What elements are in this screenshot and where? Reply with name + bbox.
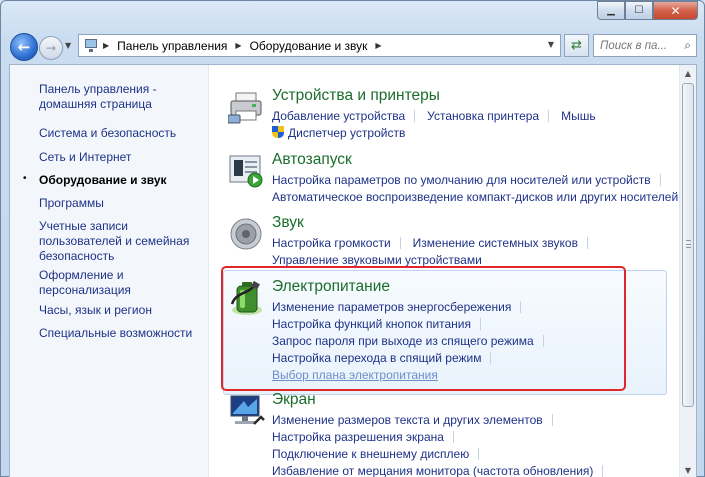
link-power-settings[interactable]: Изменение параметров энергосбережения [272,300,511,314]
scrollbar-thumb[interactable] [682,83,694,407]
speaker-icon [230,218,262,250]
sidebar-item-hardware-sound: Оборудование и звук [39,173,167,187]
link-separator [399,236,401,249]
recent-pages-dropdown[interactable]: ▼ [65,41,71,50]
minimize-icon: ▁ [607,5,615,16]
link-separator [478,447,480,460]
link-volume[interactable]: Настройка громкости [272,236,391,250]
navigation-bar: ← → ▼ ▶ Панель управления ▶ Оборудование… [1,29,704,65]
control-panel-icon [83,38,99,53]
link-external-display[interactable]: Подключение к внешнему дисплею [272,447,469,461]
link-separator [452,430,454,443]
uac-shield-icon [272,126,284,139]
link-separator [551,413,553,426]
category-title[interactable]: Автозапуск [272,151,352,169]
link-resolution[interactable]: Настройка разрешения экрана [272,430,444,444]
sidebar-item-appearance[interactable]: Оформление и персонализация [39,268,204,298]
category-links: Настройка параметров по умолчанию для но… [272,171,681,205]
breadcrumb-hardware-sound[interactable]: Оборудование и звук [250,39,368,53]
category-title[interactable]: Устройства и принтеры [272,87,440,105]
forward-arrow-icon: → [45,41,57,55]
address-bar[interactable]: ▶ Панель управления ▶ Оборудование и зву… [78,34,561,57]
sidebar-item-programs[interactable]: Программы [39,196,204,211]
sidebar-item-user-accounts[interactable]: Учетные записи пользователей и семейная … [39,219,204,264]
link-add-printer[interactable]: Установка принтера [427,109,539,123]
link-device-manager[interactable]: Диспетчер устройств [288,126,405,140]
content-area: Панель управления - домашняя страница Си… [9,64,697,477]
link-sleep-settings[interactable]: Настройка перехода в спящий режим [272,351,481,365]
chevron-right-icon[interactable]: ▶ [235,41,241,50]
sidebar-item-home[interactable]: Панель управления - домашняя страница [39,82,204,112]
autoplay-icon [229,155,263,188]
category-title[interactable]: Звук [272,214,304,232]
link-autoplay-cd[interactable]: Автоматическое воспроизведение компакт-д… [272,190,678,204]
category-links: Настройка громкости Изменение системных … [272,234,600,268]
active-bullet: • [23,173,27,184]
close-button[interactable]: ✕ [653,1,698,20]
sidebar: Панель управления - домашняя страница Си… [10,65,209,477]
maximize-icon: ☐ [634,5,644,16]
back-arrow-icon: ← [17,38,31,56]
link-separator [542,334,544,347]
link-separator [548,109,550,122]
link-separator [480,317,482,330]
category-links: Изменение размеров текста и других элеме… [272,411,615,477]
link-separator [414,109,416,122]
close-icon: ✕ [670,3,681,18]
scroll-down-icon[interactable]: ▼ [680,462,696,477]
link-autoplay-defaults[interactable]: Настройка параметров по умолчанию для но… [272,173,651,187]
chevron-right-icon[interactable]: ▶ [103,41,109,50]
caption-buttons: ▁ ☐ ✕ [597,1,698,20]
chevron-right-icon[interactable]: ▶ [375,41,381,50]
category-links: Добавление устройства Установка принтера… [272,107,596,141]
sidebar-item-clock-region[interactable]: Часы, язык и регион [39,303,204,318]
forward-button[interactable]: → [39,36,63,60]
grip-icon [686,240,691,248]
sidebar-item-accessibility[interactable]: Специальные возможности [39,326,204,341]
category-title[interactable]: Электропитание [272,278,390,296]
category-title[interactable]: Экран [272,391,316,409]
main-panel: Устройства и принтеры Добавление устройс… [210,65,681,477]
link-separator [659,173,661,186]
search-input[interactable]: Поиск в па... ⌕ [593,34,697,57]
refresh-icon: ⇄ [571,38,582,53]
link-separator [490,351,492,364]
link-power-plan[interactable]: Выбор плана электропитания [272,368,438,382]
category-links: Изменение параметров энергосбережения На… [272,298,556,383]
link-separator [602,464,604,477]
back-button[interactable]: ← [10,33,38,61]
minimize-button[interactable]: ▁ [597,1,625,20]
control-panel-window: ▁ ☐ ✕ ← → ▼ ▶ Панель управления ▶ Оборуд… [0,0,705,477]
search-icon[interactable]: ⌕ [684,38,691,53]
link-separator [586,236,588,249]
link-mouse[interactable]: Мышь [561,109,596,123]
link-refresh-rate[interactable]: Избавление от мерцания монитора (частота… [272,464,593,477]
printer-icon [228,92,262,124]
battery-icon [230,280,262,315]
refresh-button[interactable]: ⇄ [564,34,589,57]
link-text-size[interactable]: Изменение размеров текста и других элеме… [272,413,543,427]
display-icon [230,395,265,425]
search-placeholder: Поиск в па... [600,39,668,52]
maximize-button[interactable]: ☐ [625,1,653,20]
link-power-buttons[interactable]: Настройка функций кнопок питания [272,317,471,331]
sidebar-item-network[interactable]: Сеть и Интернет [39,150,204,165]
link-system-sounds[interactable]: Изменение системных звуков [413,236,578,250]
sidebar-item-system-security[interactable]: Система и безопасность [39,126,204,141]
link-wake-password[interactable]: Запрос пароля при выходе из спящего режи… [272,334,534,348]
scroll-up-icon[interactable]: ▲ [680,65,696,82]
breadcrumb-control-panel[interactable]: Панель управления [117,39,227,53]
link-separator [520,300,522,313]
link-add-device[interactable]: Добавление устройства [272,109,405,123]
vertical-scrollbar[interactable]: ▲ ▼ [679,65,696,477]
link-audio-devices[interactable]: Управление звуковыми устройствами [272,253,482,267]
address-dropdown-icon[interactable]: ▼ [548,40,554,49]
